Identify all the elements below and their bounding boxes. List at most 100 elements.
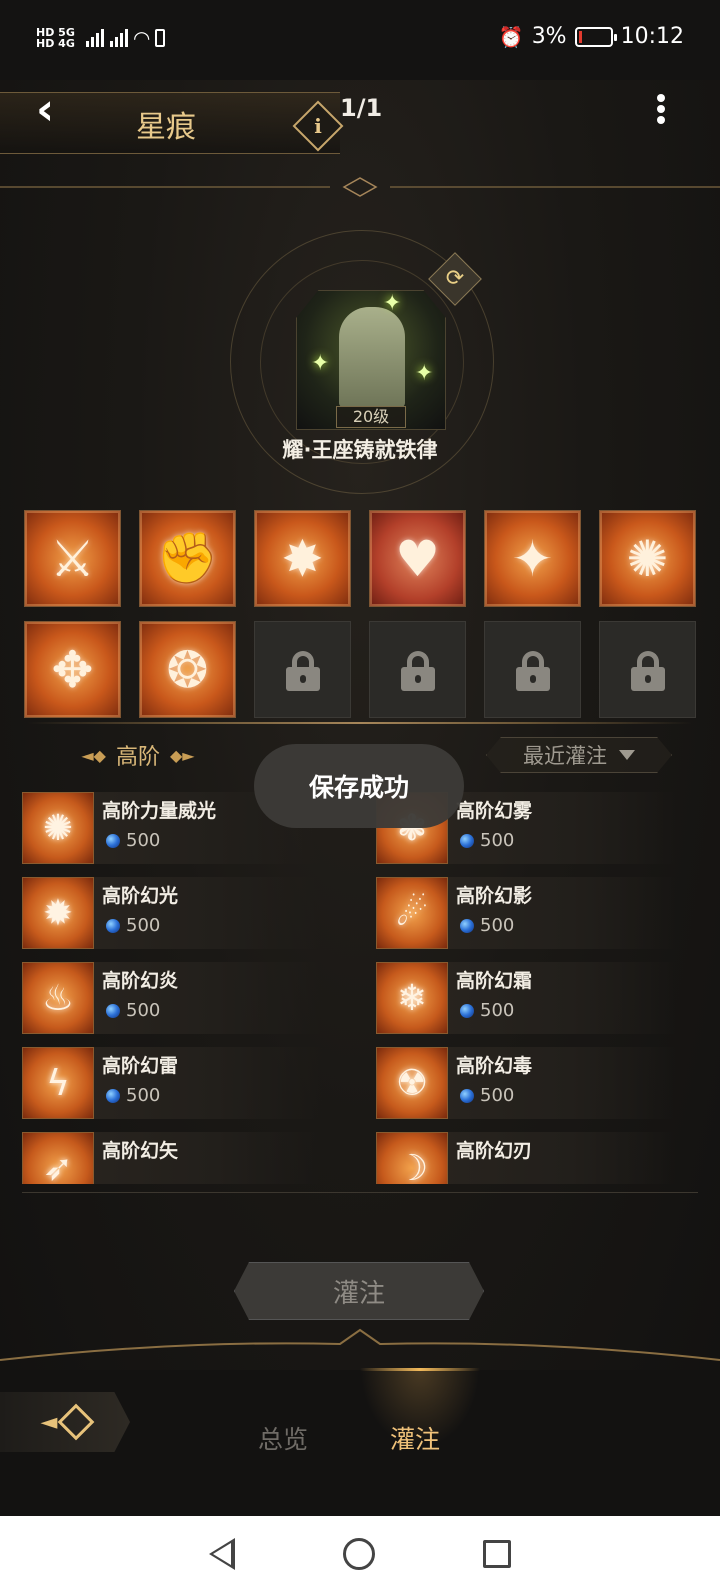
gem-icon [106, 1088, 120, 1103]
header: ‹ 星痕 i 1/1 [0, 80, 720, 190]
gem-icon [106, 833, 120, 848]
rune-glyph: ✹ [42, 892, 74, 934]
emblem-level: 20级 [336, 406, 406, 428]
star-icon: ✦ [383, 291, 402, 316]
rune-cost: 500 [460, 830, 514, 851]
system-nav-bar [0, 1516, 720, 1592]
rune-icon: ☽ [376, 1132, 448, 1184]
locked-skill-slot[interactable] [599, 621, 696, 718]
list-item[interactable]: ❄ 高阶幻霜 500 [376, 962, 676, 1034]
nav-recents-icon[interactable] [483, 1540, 511, 1568]
cost-value: 500 [480, 1000, 515, 1021]
battery-percent: 3% [531, 24, 567, 49]
toast: 保存成功 [254, 744, 464, 828]
rune-glyph: ➶ [42, 1147, 74, 1185]
list-item[interactable]: ♨ 高阶幻炎 500 [22, 962, 322, 1034]
page-indicator: 1/1 [340, 94, 383, 122]
cost-value: 500 [480, 1085, 515, 1106]
rune-name: 高阶幻影 [456, 885, 533, 907]
locked-skill-slot[interactable] [254, 621, 351, 718]
skill-icon: ✥ [51, 640, 94, 699]
cost-value: 500 [126, 1085, 161, 1106]
list-divider [22, 1192, 698, 1193]
rune-glyph: ❄ [396, 977, 428, 1019]
skill-slot[interactable]: ✊ [139, 510, 236, 607]
battery-saver-icon [155, 29, 166, 47]
rune-cost: 500 [460, 1085, 514, 1106]
refresh-icon: ⟳ [445, 266, 465, 291]
list-item[interactable]: ➶ 高阶幻矢 [22, 1132, 322, 1184]
diamond-icon [58, 1403, 95, 1441]
skill-slot[interactable]: ⚔ [24, 510, 121, 607]
wing-right-icon: ◆► [170, 745, 195, 765]
chevron-down-icon [619, 750, 635, 760]
more-menu-button[interactable] [656, 94, 666, 124]
rune-icon: ϟ [22, 1047, 94, 1119]
rune-icon: ✹ [22, 877, 94, 949]
gem-icon [460, 918, 474, 933]
tab-inject[interactable]: 灌注 [359, 1368, 481, 1456]
locked-skill-slot[interactable] [369, 621, 466, 718]
skill-icon: ⚔ [50, 529, 95, 588]
rune-name: 高阶幻炎 [102, 970, 179, 992]
cost-value: 500 [480, 915, 515, 936]
skill-icon: ✺ [626, 529, 669, 588]
alarm-icon: ⏰ [498, 24, 524, 49]
skill-row: ⚔ ✊ ✸ ♥ ✦ ✺ [24, 510, 696, 607]
sort-dropdown[interactable]: 最近灌注 [486, 737, 672, 773]
lock-icon [285, 650, 320, 691]
cost-value: 500 [126, 915, 161, 936]
signal-5g-icon [86, 29, 104, 47]
skill-slot[interactable]: ✸ [254, 510, 351, 607]
stele-icon [339, 307, 405, 407]
nav-back-icon[interactable] [209, 1538, 235, 1570]
emblem-area: ✦ ✦ ✦ 20级 ⟳ 耀·王座铸就铁律 [0, 220, 720, 494]
battery-icon [574, 26, 617, 47]
rune-glyph: ✺ [42, 807, 74, 849]
list-item[interactable]: ☽ 高阶幻刃 [376, 1132, 676, 1184]
gem-icon [460, 833, 474, 848]
list-item[interactable]: ☢ 高阶幻毒 500 [376, 1047, 676, 1119]
tab-overview[interactable]: 总览 [258, 1420, 308, 1456]
skill-slot[interactable]: ✦ [484, 510, 581, 607]
status-bar: HD 5G HD 4G ◠ ⏰ 3% 10:12 [0, 0, 720, 80]
side-menu-button[interactable]: ◄ [0, 1392, 130, 1452]
rune-glyph: ♨ [41, 977, 75, 1019]
nav-home-icon[interactable] [343, 1538, 375, 1570]
skill-slot[interactable]: ✺ [599, 510, 696, 607]
cost-value: 500 [126, 1000, 161, 1021]
skill-icon: ♥ [395, 529, 440, 588]
rune-icon: ☢ [376, 1047, 448, 1119]
lock-icon [630, 650, 665, 691]
rune-list[interactable]: ✺ 高阶力量威光 500 ❃ 高阶幻雾 500 ✹ 高阶幻光 500 ☄ 高阶幻影 500 ♨ 高阶幻炎 5… [22, 792, 698, 1184]
star-icon: ✦ [415, 361, 434, 386]
skill-slot[interactable]: ❂ [139, 621, 236, 718]
app-screen: HD 5G HD 4G ◠ ⏰ 3% 10:12 ‹ 星痕 i 1/1 ✦ ✦ … [0, 0, 720, 1516]
rune-cost: 500 [106, 1000, 160, 1021]
rune-cost: 500 [106, 1085, 160, 1106]
rune-cost: 500 [106, 915, 160, 936]
rune-name: 高阶幻矢 [102, 1140, 179, 1162]
rune-name: 高阶幻毒 [456, 1055, 533, 1077]
locked-skill-slot[interactable] [484, 621, 581, 718]
status-right: ⏰ 3% 10:12 [499, 24, 684, 49]
back-button[interactable]: ‹ [36, 88, 76, 132]
inject-button[interactable]: 灌注 [234, 1262, 484, 1320]
tier-label-text: 高阶 [115, 745, 160, 770]
page-title: 星痕 [136, 110, 196, 145]
rune-glyph: ☽ [395, 1147, 429, 1185]
emblem-name: 耀·王座铸就铁律 [282, 438, 438, 462]
skill-icon: ✦ [511, 529, 554, 588]
skill-slot[interactable]: ♥ [369, 510, 466, 607]
rune-name: 高阶幻刃 [456, 1140, 533, 1162]
rune-cost: 500 [106, 830, 160, 851]
arrow-icon: ◄ [40, 1409, 58, 1435]
list-item[interactable]: ☄ 高阶幻影 500 [376, 877, 676, 949]
skill-slot[interactable]: ✥ [24, 621, 121, 718]
rune-name: 高阶幻雾 [456, 800, 533, 822]
list-item[interactable]: ✹ 高阶幻光 500 [22, 877, 322, 949]
rune-icon: ☄ [376, 877, 448, 949]
gem-icon [460, 1088, 474, 1103]
rune-name: 高阶幻雷 [102, 1055, 179, 1077]
list-item[interactable]: ϟ 高阶幻雷 500 [22, 1047, 322, 1119]
